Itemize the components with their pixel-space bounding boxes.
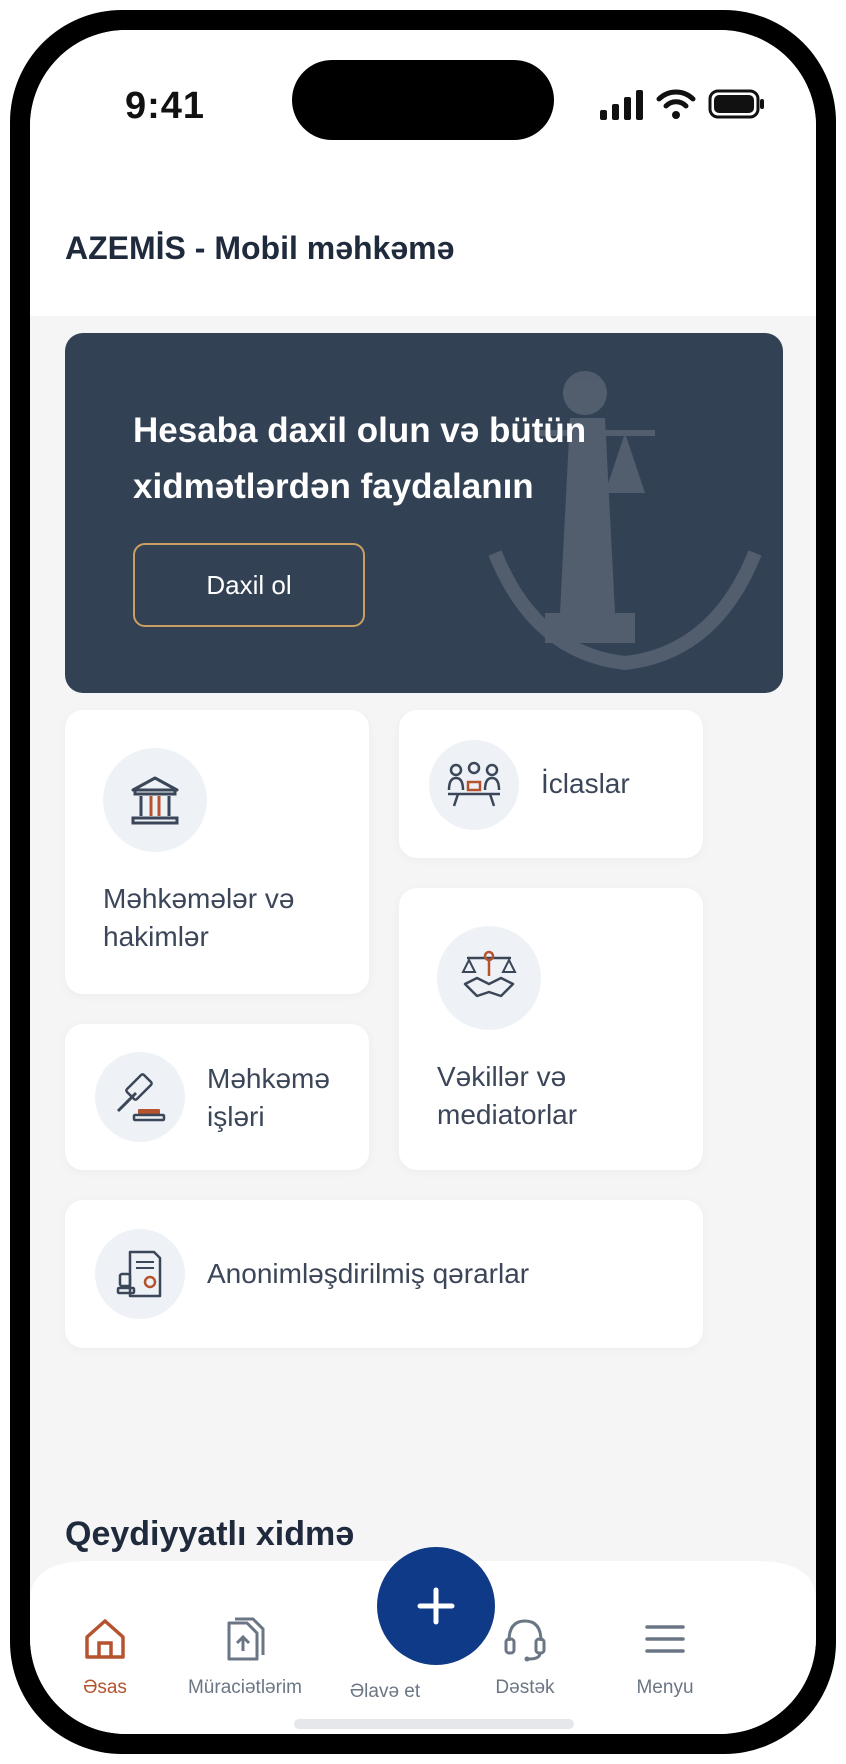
document-upload-icon	[227, 1617, 265, 1661]
login-button[interactable]: Daxil ol	[133, 543, 365, 627]
wifi-icon	[656, 89, 696, 119]
courthouse-icon	[131, 776, 179, 825]
handshake-scales-icon	[461, 950, 517, 998]
tab-label: Menyu	[636, 1677, 694, 1698]
card-court-cases[interactable]: Məhkəmə işləri	[65, 1024, 369, 1170]
login-banner: Hesaba daxil olun və bütün xidmətlərdən …	[65, 333, 783, 693]
card-label: İclaslar	[541, 768, 630, 799]
signal-icon	[600, 90, 643, 120]
card-label: Məhkəmə işləri	[207, 1063, 330, 1132]
tab-label: Əsas	[83, 1677, 127, 1698]
status-time: 9:41	[125, 85, 206, 127]
card-courts-judges[interactable]: Məhkəmələr və hakimlər	[65, 710, 369, 994]
card-sessions[interactable]: İclaslar	[399, 710, 703, 858]
gavel-icon	[116, 1073, 166, 1122]
app-header: AZEMİS - Mobil məhkəmə	[30, 180, 816, 316]
tab-label: Müraciətlərim	[187, 1677, 303, 1698]
battery-icon	[708, 89, 764, 119]
add-button[interactable]	[377, 1547, 495, 1665]
page-title: AZEMİS - Mobil məhkəmə	[65, 230, 455, 266]
card-lawyers-mediators[interactable]: Vəkillər və mediatorlar	[399, 888, 703, 1170]
dynamic-island	[292, 60, 554, 140]
tab-home[interactable]: Əsas	[40, 1611, 170, 1699]
headset-icon	[504, 1619, 546, 1662]
tab-menu[interactable]: Menyu	[600, 1611, 730, 1699]
document-stamp-icon	[116, 1250, 162, 1298]
tab-requests[interactable]: Müraciətlərim	[180, 1611, 310, 1699]
meeting-icon	[447, 761, 501, 807]
home-indicator	[294, 1719, 574, 1729]
tab-label: Əlavə et	[349, 1681, 421, 1702]
screen: 9:41 AZEMİS - Mobil məhkəmə Hesaba daxil…	[30, 30, 816, 1734]
hamburger-menu-icon	[645, 1625, 685, 1653]
plus-icon	[417, 1587, 455, 1625]
banner-text: Hesaba daxil olun və bütün xidmətlərdən …	[133, 411, 587, 506]
card-label: Vəkillər və mediatorlar	[437, 1061, 578, 1130]
card-label: Anonimləşdirilmiş qərarlar	[207, 1258, 530, 1289]
card-anonymized-decisions[interactable]: Anonimləşdirilmiş qərarlar	[65, 1200, 703, 1348]
phone-frame: 9:41 AZEMİS - Mobil məhkəmə Hesaba daxil…	[10, 10, 836, 1754]
tab-label: Dəstək	[495, 1677, 555, 1698]
section-title: Qeydiyyatlı xidmə	[65, 1515, 355, 1553]
home-icon	[85, 1619, 125, 1659]
status-bar: 9:41	[30, 30, 816, 180]
card-label: Məhkəmələr və hakimlər	[103, 883, 295, 952]
